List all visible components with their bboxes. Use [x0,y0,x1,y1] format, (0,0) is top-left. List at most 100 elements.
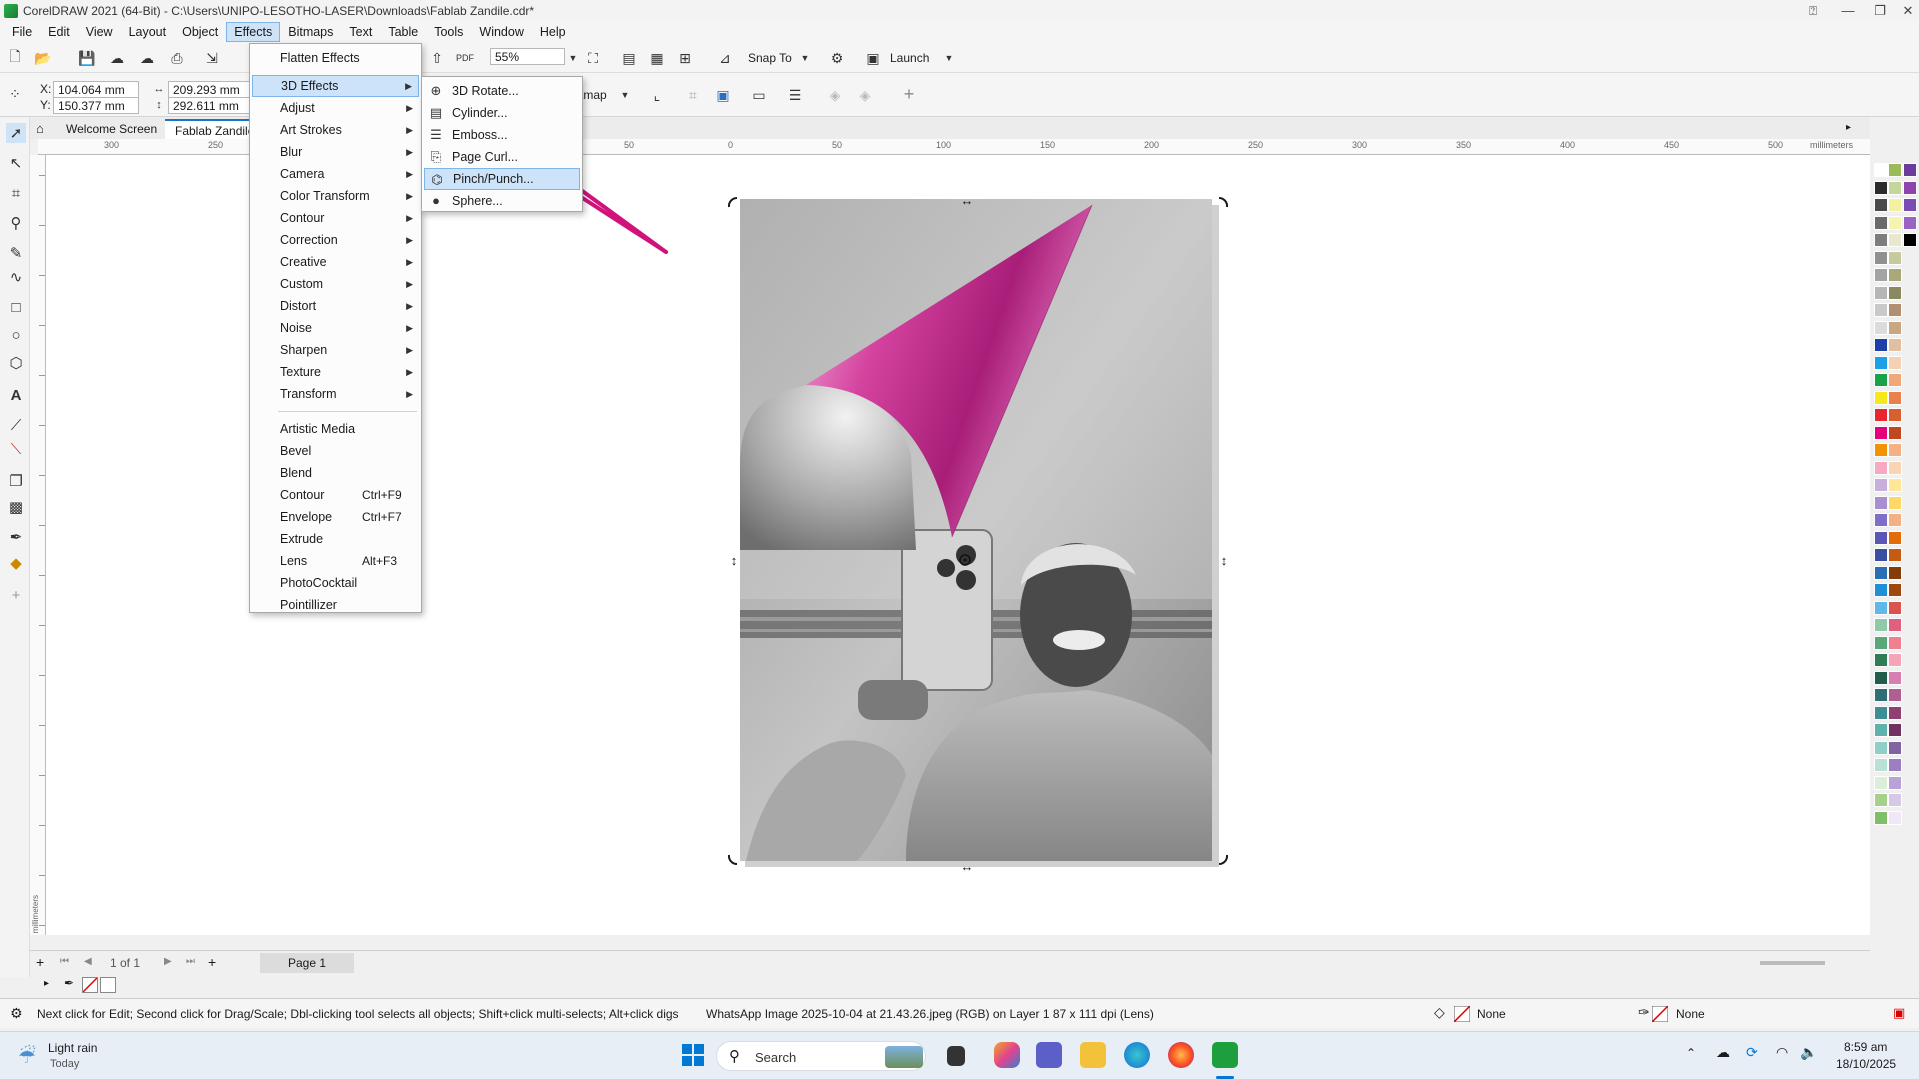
no-outline-swatch[interactable] [1652,1006,1668,1022]
palette-swatch[interactable] [1888,303,1902,317]
menu-bitmaps[interactable]: Bitmaps [280,22,341,42]
palette-swatch[interactable] [1903,163,1917,177]
palette-swatch[interactable] [1888,443,1902,457]
effects-item-art-strokes[interactable]: Art Strokes ▶ [252,119,419,141]
palette-swatch[interactable] [1888,618,1902,632]
palette-swatch[interactable] [1874,338,1888,352]
palette-swatch[interactable] [1888,635,1902,650]
full-screen-icon[interactable]: ⛶ [584,49,602,67]
menu-file[interactable]: File [4,22,40,42]
menu-table[interactable]: Table [380,22,426,42]
palette-swatch[interactable] [1888,268,1902,282]
palette-swatch[interactable] [1874,233,1888,247]
palette-swatch[interactable] [1874,740,1888,755]
crop-tool-icon[interactable]: ⌗ [6,183,26,203]
fill-icon[interactable]: ◇ [1434,1004,1445,1021]
crop-bitmap-icon[interactable]: ⌗ [684,86,702,104]
tabs-scroll-icon[interactable]: ▸ [1836,119,1861,139]
palette-swatch[interactable] [1874,600,1888,615]
palette-swatch[interactable] [1888,793,1902,807]
drop-shadow-icon[interactable]: ❐ [6,471,26,491]
palette-swatch[interactable] [1888,460,1902,475]
palette-swatch[interactable] [1888,723,1902,737]
task-view-icon[interactable] [947,1046,965,1066]
palette-swatch[interactable] [1903,198,1917,212]
transparency-tool-icon[interactable]: ▩ [6,497,26,517]
palette-swatch[interactable] [1888,285,1902,300]
prev-page-icon[interactable]: ◀ [84,956,92,967]
palette-swatch[interactable] [1888,513,1902,527]
palette-swatch[interactable] [1874,180,1888,195]
menu-help[interactable]: Help [532,22,574,42]
teams-icon[interactable] [1036,1042,1062,1068]
chevron-down-icon[interactable]: ▼ [796,49,814,67]
first-page-icon[interactable]: ⏮ [60,956,69,967]
next-page-icon[interactable]: ▶ [164,956,172,967]
close-button[interactable]: ✕ [1890,0,1919,21]
palette-swatch[interactable] [1874,688,1888,702]
chevron-down-icon[interactable]: ▼ [564,49,582,67]
palette-swatch[interactable] [1874,583,1888,597]
effects-item-artistic-media[interactable]: Artistic Media [252,418,419,440]
palette-swatch[interactable] [1874,653,1888,667]
palette-swatch[interactable] [1903,215,1917,230]
palette-swatch[interactable] [1888,600,1902,615]
interactive-fill-icon[interactable]: ◆ [6,553,26,573]
palette-swatch[interactable] [1888,705,1902,720]
pdf-icon[interactable]: PDF [456,49,474,67]
effects-item-pointillizer[interactable]: Pointillizer [252,594,419,616]
palette-swatch[interactable] [1888,565,1902,580]
cloud-upload-icon[interactable]: ☁ [138,49,156,67]
palette-swatch[interactable] [1874,478,1888,492]
palette-swatch[interactable] [1888,530,1902,545]
submenu-item-pinch-punch[interactable]: ⌬ Pinch/Punch... [424,168,580,190]
polygon-tool-icon[interactable]: ⬡ [6,353,26,373]
snap-icon[interactable]: ⊿ [716,49,734,67]
page-tab[interactable]: Page 1 [260,953,354,973]
palette-swatch[interactable] [1888,670,1902,685]
bitmap-border-icon[interactable]: ▭ [750,86,768,104]
new-document-icon[interactable]: 🗋 [6,48,24,67]
volume-icon[interactable]: 🔈 [1800,1044,1817,1061]
palette-swatch[interactable] [1874,670,1888,685]
effects-item-contour[interactable]: Contour ▶ [252,207,419,229]
eyedropper-small-icon[interactable]: ✒ [64,976,74,990]
expand-icon[interactable]: ▸ [44,978,49,989]
palette-swatch[interactable] [1874,285,1888,300]
palette-swatch[interactable] [1888,495,1902,510]
parallel-dimension-icon[interactable]: ⟋ [6,415,26,435]
resample-icon[interactable]: ▣ [714,86,732,104]
palette-swatch[interactable] [1888,653,1902,667]
shape-tool-icon[interactable]: ↖ [6,153,26,173]
palette-swatch[interactable] [1874,810,1888,825]
palette-swatch[interactable] [1888,408,1902,422]
palette-swatch[interactable] [1888,478,1902,492]
width-field[interactable]: 209.293 mm [168,81,250,98]
connector-tool-icon[interactable]: ⟍ [6,439,26,459]
effects-item-distort[interactable]: Distort ▶ [252,295,419,317]
effects-item-creative[interactable]: Creative ▶ [252,251,419,273]
palette-swatch[interactable] [1888,583,1902,597]
taskbar-search[interactable]: ⚲ Search [716,1041,926,1071]
weather-title[interactable]: Light rain [48,1041,97,1055]
palette-swatch[interactable] [1874,460,1888,475]
effects-item-texture[interactable]: Texture ▶ [252,361,419,383]
palette-swatch[interactable] [1888,548,1902,562]
copilot-icon[interactable] [994,1042,1020,1068]
help-icon[interactable]: ⍰ [1795,0,1831,21]
windows-start-icon[interactable] [680,1042,706,1068]
cloud-offline-icon[interactable]: ☁ [1716,1044,1730,1061]
cloud-download-icon[interactable]: ☁ [108,49,126,67]
effects-item-contour[interactable]: Contour Ctrl+F9 [252,484,419,506]
palette-swatch[interactable] [1874,355,1888,370]
zoom-level-field[interactable]: 55% [490,48,565,65]
menu-tools[interactable]: Tools [426,22,471,42]
y-position-field[interactable]: 150.377 mm [53,97,139,114]
palette-swatch[interactable] [1874,758,1888,772]
show-guidelines-icon[interactable]: ⊞ [676,49,694,67]
file-explorer-icon[interactable] [1080,1042,1106,1068]
chevron-down-icon[interactable]: ▼ [616,86,634,104]
palette-swatch[interactable] [1903,180,1917,195]
height-field[interactable]: 292.611 mm [168,97,250,114]
reference-point-icon[interactable]: ⁘ [6,85,24,103]
